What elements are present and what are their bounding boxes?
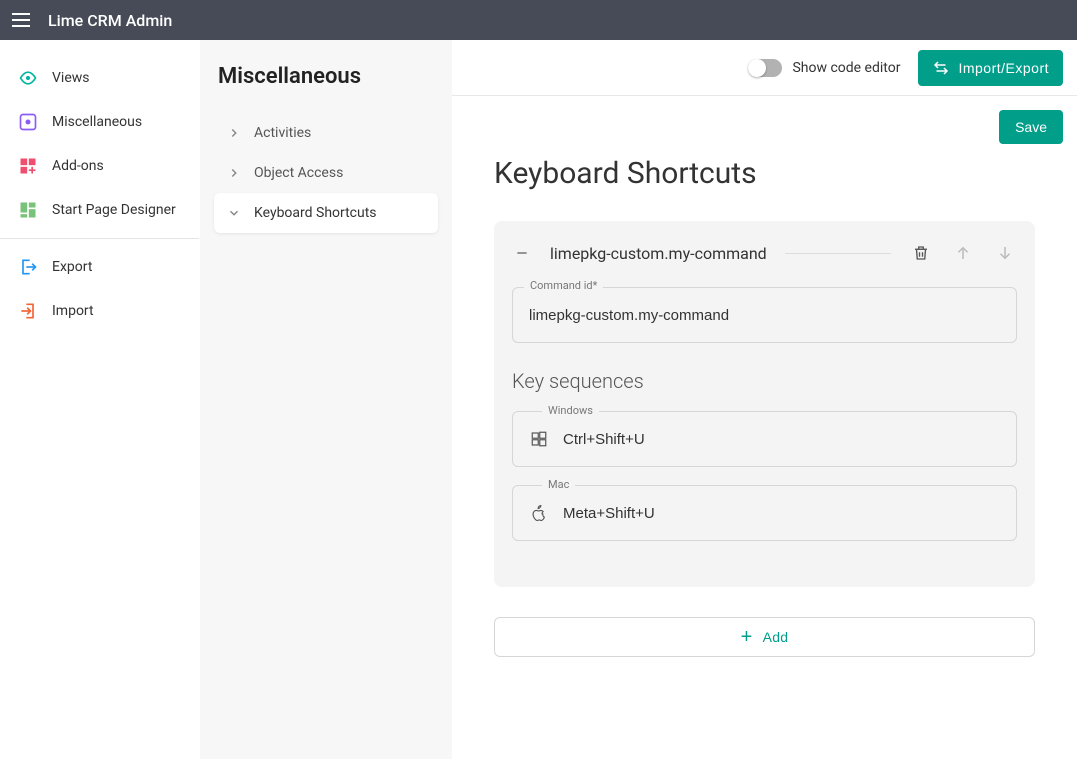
sidebar-item-views[interactable]: Views <box>0 56 199 100</box>
header-divider <box>785 253 891 254</box>
panel-item-object-access[interactable]: Object Access <box>214 153 438 193</box>
shortcut-card: limepkg-custom.my-command Command id* <box>494 221 1035 587</box>
chevron-down-icon <box>226 205 242 221</box>
sidebar-item-import[interactable]: Import <box>0 289 199 333</box>
page-title: Keyboard Shortcuts <box>494 156 1035 191</box>
windows-icon <box>529 429 549 449</box>
app-title: Lime CRM Admin <box>48 11 172 30</box>
chevron-right-icon <box>226 165 242 181</box>
code-editor-toggle[interactable] <box>748 59 782 77</box>
windows-input[interactable] <box>563 431 1000 448</box>
panel-item-label: Object Access <box>254 165 343 181</box>
sidebar-item-label: Miscellaneous <box>52 114 142 130</box>
sidebar-item-label: Start Page Designer <box>52 202 176 218</box>
add-button[interactable]: + Add <box>494 617 1035 657</box>
apple-icon <box>529 503 549 523</box>
move-up-icon[interactable] <box>951 241 975 265</box>
panel-item-activities[interactable]: Activities <box>214 113 438 153</box>
card-title: limepkg-custom.my-command <box>550 244 767 263</box>
key-sequences-title: Key sequences <box>512 369 1017 393</box>
toggle-label: Show code editor <box>792 60 900 76</box>
main-area: Show code editor Import/Export Save Keyb… <box>452 40 1077 759</box>
eye-icon <box>18 68 38 88</box>
sidebar: Views Miscellaneous Add-ons Start Page D… <box>0 40 200 759</box>
import-icon <box>18 301 38 321</box>
move-down-icon[interactable] <box>993 241 1017 265</box>
windows-field: Windows <box>512 411 1017 467</box>
command-id-field: Command id* <box>512 287 1017 343</box>
mac-label: Mac <box>542 478 575 491</box>
card-header: limepkg-custom.my-command <box>512 241 1017 265</box>
import-export-button[interactable]: Import/Export <box>918 50 1063 86</box>
sidebar-item-label: Export <box>52 259 92 275</box>
code-editor-toggle-wrap: Show code editor <box>748 59 900 77</box>
topbar: Lime CRM Admin <box>0 0 1077 40</box>
panel-title: Miscellaneous <box>214 64 438 89</box>
sidebar-item-label: Add-ons <box>52 158 104 174</box>
panel-item-label: Activities <box>254 125 311 141</box>
collapse-icon[interactable] <box>512 243 532 263</box>
grid-icon <box>18 200 38 220</box>
sidebar-item-label: Import <box>52 303 94 319</box>
sidebar-item-addons[interactable]: Add-ons <box>0 144 199 188</box>
mac-input[interactable] <box>563 505 1000 522</box>
content: Keyboard Shortcuts limepkg-custom.my-com… <box>452 144 1077 689</box>
sidebar-item-export[interactable]: Export <box>0 245 199 289</box>
command-id-label: Command id* <box>524 279 603 292</box>
mac-field: Mac <box>512 485 1017 541</box>
chevron-right-icon <box>226 125 242 141</box>
menu-icon[interactable] <box>12 8 36 32</box>
add-label: Add <box>763 629 789 645</box>
save-button[interactable]: Save <box>999 110 1063 144</box>
addon-icon <box>18 156 38 176</box>
sidebar-item-start-page-designer[interactable]: Start Page Designer <box>0 188 199 232</box>
plus-icon: + <box>741 627 753 647</box>
sidebar-divider <box>0 238 199 239</box>
sidebar-item-label: Views <box>52 70 90 86</box>
toolbar: Show code editor Import/Export <box>452 40 1077 96</box>
export-icon <box>18 257 38 277</box>
sidebar-item-miscellaneous[interactable]: Miscellaneous <box>0 100 199 144</box>
command-id-input[interactable] <box>512 287 1017 343</box>
miscellaneous-icon <box>18 112 38 132</box>
delete-icon[interactable] <box>909 241 933 265</box>
panel-item-label: Keyboard Shortcuts <box>254 205 377 221</box>
save-row: Save <box>452 96 1077 144</box>
secondary-panel: Miscellaneous Activities Object Access K… <box>200 40 452 759</box>
panel-item-keyboard-shortcuts[interactable]: Keyboard Shortcuts <box>214 193 438 233</box>
windows-label: Windows <box>542 404 599 417</box>
import-export-label: Import/Export <box>958 60 1049 76</box>
swap-icon <box>932 59 950 77</box>
